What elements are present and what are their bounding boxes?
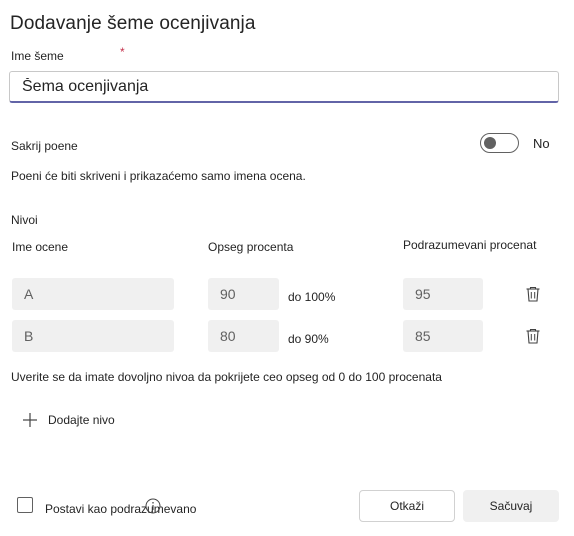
grade-name-input[interactable] — [12, 320, 174, 352]
add-level-button[interactable]: Dodajte nivo — [22, 410, 115, 430]
dialog-title: Dodavanje šeme ocenjivanja — [10, 13, 256, 34]
set-default-checkbox[interactable] — [17, 497, 33, 513]
save-button[interactable]: Sačuvaj — [463, 490, 559, 522]
info-icon[interactable] — [145, 498, 161, 514]
hide-points-description: Poeni će biti skriveni i prikazaćemo sam… — [11, 169, 306, 183]
hide-points-toggle[interactable] — [480, 133, 519, 153]
default-percent-input[interactable] — [403, 320, 483, 352]
column-header-percent-range: Opseg procenta — [208, 240, 294, 254]
levels-hint: Uverite se da imate dovoljno nivoa da po… — [11, 370, 442, 384]
grade-name-input[interactable] — [12, 278, 174, 310]
required-asterisk: * — [120, 45, 125, 59]
toggle-state-text: No — [533, 136, 550, 151]
levels-section-label: Nivoi — [11, 213, 38, 227]
toggle-knob — [484, 137, 496, 149]
column-header-grade-name: Ime ocene — [12, 240, 69, 254]
scheme-name-input[interactable] — [9, 71, 559, 103]
range-from-input[interactable] — [208, 320, 279, 352]
scheme-name-label: Ime šeme — [11, 49, 64, 63]
column-header-default-percent: Podrazumevani procenat — [403, 238, 537, 252]
level-row: do 90% — [0, 320, 574, 352]
add-level-label: Dodajte nivo — [48, 413, 115, 427]
range-from-input[interactable] — [208, 278, 279, 310]
level-row: do 100% — [0, 278, 574, 310]
set-default-label: Postavi kao podrazumevano — [45, 502, 197, 516]
default-percent-input[interactable] — [403, 278, 483, 310]
cancel-button[interactable]: Otkaži — [359, 490, 455, 522]
range-to-text: do 90% — [288, 332, 329, 346]
hide-points-label: Sakrij poene — [11, 139, 78, 153]
delete-level-icon[interactable] — [524, 327, 542, 345]
plus-icon — [23, 413, 37, 427]
delete-level-icon[interactable] — [524, 285, 542, 303]
range-to-text: do 100% — [288, 290, 336, 304]
